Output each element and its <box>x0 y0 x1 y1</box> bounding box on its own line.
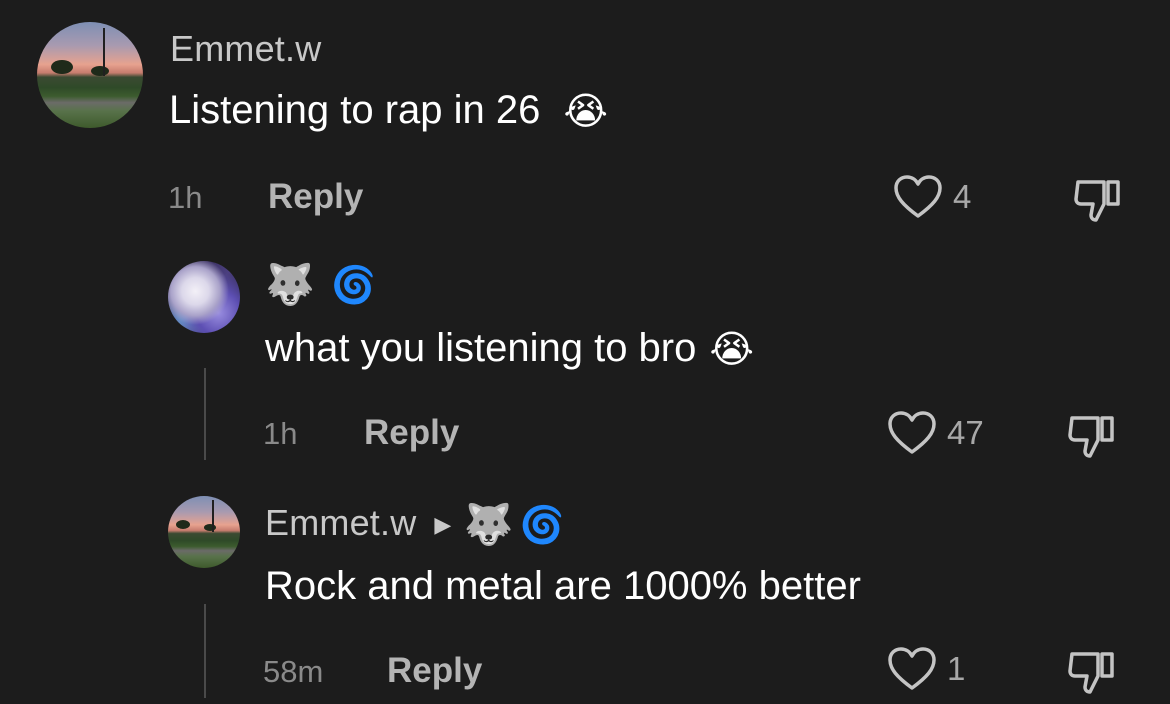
reply-button[interactable]: Reply <box>268 177 363 217</box>
thumbs-down-icon <box>1068 416 1114 458</box>
avatar[interactable] <box>168 496 240 568</box>
crying-face-icon: 😭 <box>709 329 754 372</box>
thumbs-down-icon <box>1074 180 1120 222</box>
tree-shape <box>91 66 109 76</box>
tree-shape <box>204 524 216 531</box>
dislike-button[interactable] <box>1066 412 1118 465</box>
avatar[interactable] <box>37 22 143 128</box>
reply-button[interactable]: Reply <box>387 651 482 691</box>
timestamp: 1h <box>168 180 203 215</box>
comment-item: Emmet.w Listening to rap in 26 😭 1h Repl… <box>0 0 1170 240</box>
comment-text: Listening to rap in 26 😭 <box>169 88 608 133</box>
cyclone-icon[interactable]: 🌀 <box>520 507 565 543</box>
heart-icon <box>894 175 942 218</box>
dislike-button[interactable] <box>1072 176 1124 229</box>
comment-text: what you listening to bro 😭 <box>265 326 754 371</box>
tree-shape <box>51 60 73 74</box>
crying-face-icon: 😭 <box>563 91 608 134</box>
timestamp: 1h <box>263 416 298 451</box>
dislike-button[interactable] <box>1066 648 1118 701</box>
like-count: 1 <box>947 650 966 687</box>
comment-text-body: what you listening to bro <box>265 326 697 370</box>
like-button[interactable]: 1 <box>887 646 965 692</box>
reply-item: Emmet.w ▶ 🐺 🌀 Rock and metal are 1000% bett… <box>0 488 1170 704</box>
cyclone-icon: 🌀 <box>331 264 377 306</box>
comment-text-body: Listening to rap in 26 <box>169 88 541 132</box>
thread-line <box>204 604 206 698</box>
wolf-icon[interactable]: 🐺 <box>464 505 514 545</box>
timestamp: 58m <box>263 654 324 689</box>
reply-button[interactable]: Reply <box>364 413 459 453</box>
wolf-icon: 🐺 <box>265 263 316 308</box>
thumbs-down-icon <box>1068 652 1114 694</box>
avatar[interactable] <box>168 261 240 333</box>
reply-arrow-icon: ▶ <box>434 512 452 538</box>
username[interactable]: 🐺 🌀 <box>265 262 376 305</box>
pole-shape <box>103 28 105 76</box>
like-count: 47 <box>947 414 984 451</box>
username[interactable]: Emmet.w <box>265 502 416 543</box>
pole-shape <box>212 500 214 532</box>
like-count: 4 <box>953 178 972 215</box>
reply-item: 🐺 🌀 what you listening to bro 😭 1h Reply… <box>0 250 1170 470</box>
username[interactable]: Emmet.w <box>170 28 321 70</box>
heart-icon <box>888 411 936 454</box>
username-row: Emmet.w ▶ 🐺 🌀 <box>265 502 565 545</box>
heart-icon <box>888 647 936 690</box>
like-button[interactable]: 47 <box>887 410 984 456</box>
comment-text: Rock and metal are 1000% better <box>265 564 861 608</box>
thread-line <box>204 368 206 460</box>
like-button[interactable]: 4 <box>893 174 971 220</box>
tree-shape <box>176 520 190 529</box>
